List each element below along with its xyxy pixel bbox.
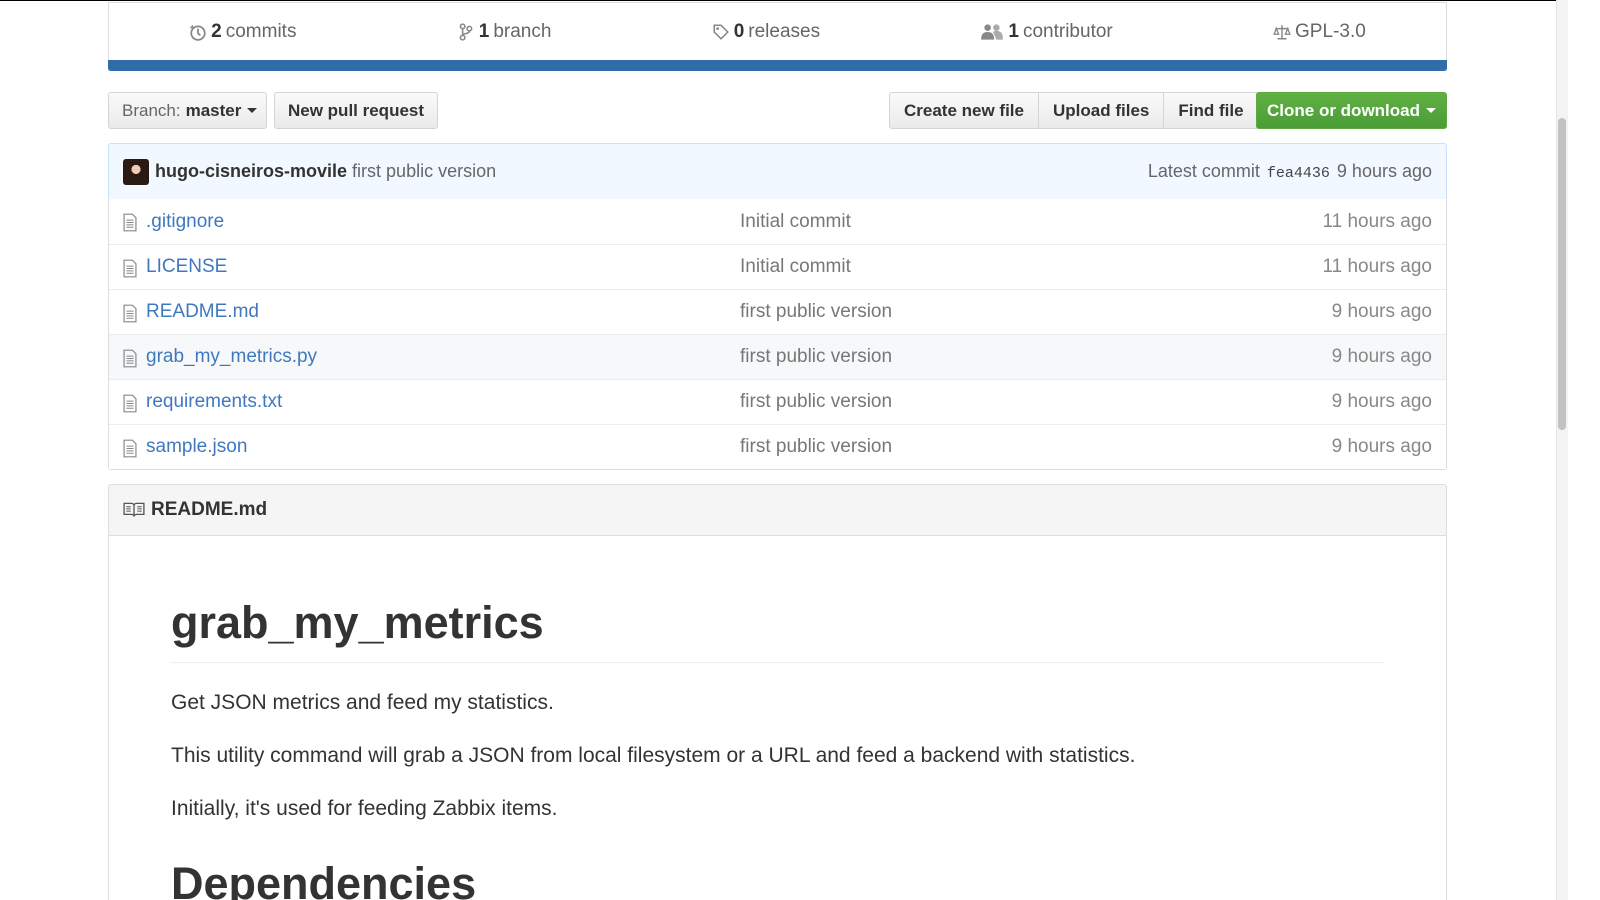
table-row: LICENSE Initial commit 11 hours ago bbox=[109, 244, 1446, 289]
file-age: 9 hours ago bbox=[1331, 346, 1432, 367]
chevron-down-icon bbox=[1426, 108, 1436, 113]
latest-commit-label: Latest commit bbox=[1147, 161, 1260, 181]
file-commit-message[interactable]: Initial commit bbox=[740, 256, 851, 278]
table-row: README.md first public version 9 hours a… bbox=[109, 289, 1446, 334]
commit-author[interactable]: hugo-cisneiros-movile bbox=[155, 161, 347, 182]
create-new-file-button[interactable]: Create new file bbox=[890, 93, 1038, 128]
commits-label: commits bbox=[225, 20, 297, 42]
table-row: .gitignore Initial commit 11 hours ago bbox=[109, 199, 1446, 244]
file-commit-message[interactable]: first public version bbox=[740, 391, 892, 413]
releases-count: 0 bbox=[733, 20, 745, 42]
file-icon bbox=[123, 259, 137, 278]
file-age: 9 hours ago bbox=[1331, 436, 1432, 457]
file-navigation: Branch: master New pull request Create n… bbox=[108, 92, 1447, 130]
file-name-link[interactable]: README.md bbox=[146, 301, 259, 323]
file-icon bbox=[123, 213, 137, 232]
readme-subheading: Dependencies bbox=[171, 858, 477, 900]
branches-link[interactable]: 1 branch bbox=[457, 20, 552, 43]
scrollbar-thumb[interactable] bbox=[1558, 118, 1566, 430]
window-top-edge bbox=[0, 0, 1568, 1]
contributors-count: 1 bbox=[1008, 20, 1019, 42]
readme-paragraph: This utility command will grab a JSON fr… bbox=[171, 743, 1136, 767]
file-commit-message[interactable]: first public version bbox=[740, 301, 892, 323]
table-row: sample.json first public version 9 hours… bbox=[109, 424, 1446, 469]
contributors-link[interactable]: 1 contributor bbox=[980, 20, 1113, 43]
file-icon bbox=[123, 349, 137, 368]
releases-link[interactable]: 0 releases bbox=[712, 21, 820, 43]
commit-tease: hugo-cisneiros-movile first public versi… bbox=[108, 143, 1447, 200]
latest-commit-info: Latest commit fea4436 9 hours ago bbox=[1148, 161, 1432, 182]
file-table: .gitignore Initial commit 11 hours ago L… bbox=[108, 199, 1447, 470]
contributors-label: contributor bbox=[1022, 20, 1113, 42]
file-icon bbox=[123, 304, 137, 323]
file-age: 9 hours ago bbox=[1331, 391, 1432, 412]
readme-paragraph: Initially, it's used for feeding Zabbix … bbox=[171, 797, 558, 821]
file-age: 11 hours ago bbox=[1322, 256, 1432, 277]
commit-sha[interactable]: fea4436 bbox=[1267, 165, 1330, 182]
table-row: grab_my_metrics.py first public version … bbox=[109, 334, 1446, 379]
file-commit-message[interactable]: first public version bbox=[740, 436, 892, 458]
file-commit-message[interactable]: Initial commit bbox=[740, 211, 851, 233]
readme-title: README.md bbox=[151, 499, 268, 520]
branch-icon bbox=[459, 22, 473, 41]
commit-message[interactable]: first public version bbox=[352, 161, 496, 182]
branches-count: 1 bbox=[478, 20, 490, 42]
readme-panel: README.md grab_my_metrics Get JSON metri… bbox=[108, 484, 1447, 900]
file-icon bbox=[123, 439, 137, 458]
file-name-link[interactable]: LICENSE bbox=[146, 256, 227, 278]
file-actions-group: Create new file Upload files Find file bbox=[889, 92, 1259, 129]
clone-or-download-label: Clone or download bbox=[1267, 100, 1420, 120]
commits-count: 2 bbox=[211, 20, 222, 42]
commit-age: 9 hours ago bbox=[1336, 161, 1432, 181]
readme-body: grab_my_metrics Get JSON metrics and fee… bbox=[109, 598, 1446, 900]
repository-summary: 2 commits 1 branch 0 releases 1 contribu… bbox=[108, 2, 1447, 71]
license-link[interactable]: GPL-3.0 bbox=[1273, 21, 1366, 43]
book-icon bbox=[123, 502, 145, 517]
readme-heading: grab_my_metrics bbox=[171, 598, 1384, 663]
readme-paragraph: Get JSON metrics and feed my statistics. bbox=[171, 690, 554, 714]
file-name-link[interactable]: requirements.txt bbox=[146, 391, 282, 413]
language-bar bbox=[108, 60, 1447, 71]
branch-select-value: master bbox=[185, 100, 242, 120]
readme-header: README.md bbox=[109, 485, 1446, 536]
file-commit-message[interactable]: first public version bbox=[740, 346, 892, 368]
people-icon bbox=[981, 23, 1004, 40]
file-age: 9 hours ago bbox=[1331, 301, 1432, 322]
license-label: GPL-3.0 bbox=[1295, 20, 1366, 42]
find-file-button[interactable]: Find file bbox=[1163, 93, 1257, 128]
branch-select-button[interactable]: Branch: master bbox=[108, 92, 267, 129]
history-icon bbox=[190, 24, 206, 41]
releases-label: releases bbox=[748, 20, 821, 42]
tag-icon bbox=[713, 23, 729, 40]
table-row: requirements.txt first public version 9 … bbox=[109, 379, 1446, 424]
branch-select-label: Branch: bbox=[122, 100, 181, 120]
file-name-link[interactable]: sample.json bbox=[146, 436, 247, 458]
commits-link[interactable]: 2 commits bbox=[189, 21, 296, 43]
new-pull-request-button[interactable]: New pull request bbox=[274, 92, 439, 129]
branches-label: branch bbox=[493, 20, 552, 42]
clone-or-download-button[interactable]: Clone or download bbox=[1256, 92, 1447, 129]
law-icon bbox=[1273, 24, 1291, 39]
file-icon bbox=[123, 394, 137, 413]
avatar[interactable] bbox=[123, 158, 149, 185]
file-age: 11 hours ago bbox=[1322, 210, 1432, 232]
file-name-link[interactable]: .gitignore bbox=[146, 211, 224, 233]
upload-files-button[interactable]: Upload files bbox=[1038, 93, 1163, 128]
chevron-down-icon bbox=[247, 108, 258, 113]
file-name-link[interactable]: grab_my_metrics.py bbox=[146, 346, 317, 368]
